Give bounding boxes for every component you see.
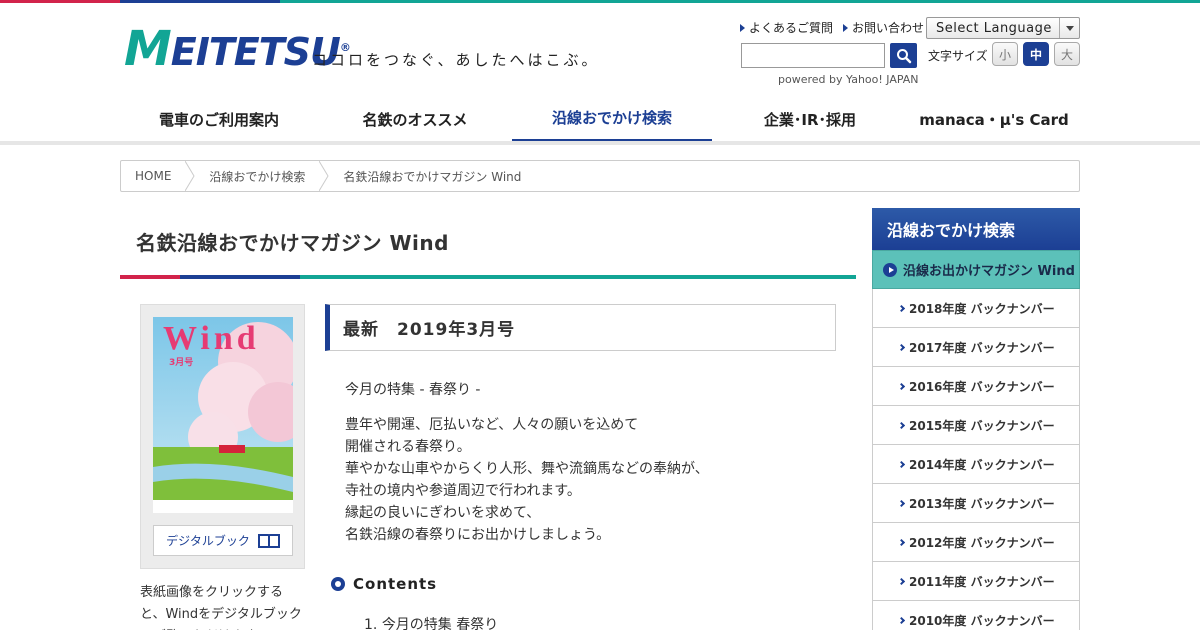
contents-list: 1. 今月の特集 春祭り	[364, 614, 498, 630]
chevron-down-icon	[1059, 18, 1079, 38]
language-select[interactable]: Select Language	[926, 17, 1080, 39]
issue-description: 豊年や開運、厄払いなど、人々の願いを込めて 開催される春祭り。 華やかな山車やか…	[345, 417, 709, 543]
sidebar-heading[interactable]: 沿線おでかけ検索	[872, 208, 1080, 250]
page-title: 名鉄沿線おでかけマガジン Wind	[136, 231, 449, 255]
sidebar-item-2011[interactable]: 2011年度 バックナンバー	[872, 562, 1080, 601]
triangle-right-icon	[843, 23, 849, 32]
magazine-cover-box: Wind 3月号 デジタルブック	[140, 304, 305, 569]
chevron-right-icon	[897, 460, 906, 468]
triangle-right-icon	[740, 23, 745, 32]
sidebar-item-2018[interactable]: 2018年度 バックナンバー	[872, 289, 1080, 328]
chevron-right-icon	[897, 538, 906, 546]
logo-text: MEITETSU	[124, 20, 341, 77]
cover-caption: 表紙画像をクリックすると、Windをデジタルブックでご覧いただけます。	[140, 585, 302, 630]
global-nav: 電車のご利用案内 名鉄のオススメ 沿線おでかけ検索 企業･IR･採用 manac…	[120, 95, 1080, 143]
font-size-medium-button[interactable]: 中	[1023, 42, 1049, 66]
feature-title: 今月の特集 - 春祭り -	[345, 382, 481, 398]
breadcrumb-separator	[319, 161, 330, 191]
nav-item-recommend[interactable]: 名鉄のオススメ	[318, 95, 512, 143]
title-underline	[120, 275, 856, 279]
search-powered-by: powered by Yahoo! JAPAN	[778, 73, 919, 86]
breadcrumb: HOME 沿線おでかけ検索 名鉄沿線おでかけマガジン Wind	[120, 160, 1080, 192]
sidebar-item-2016[interactable]: 2016年度 バックナンバー	[872, 367, 1080, 406]
breadcrumb-outing-search[interactable]: 沿線おでかけ検索	[195, 161, 319, 191]
sidebar-item-2015[interactable]: 2015年度 バックナンバー	[872, 406, 1080, 445]
nav-item-train-guide[interactable]: 電車のご利用案内	[120, 95, 318, 143]
faq-link[interactable]: よくあるご質問	[740, 19, 833, 36]
font-size-small-button[interactable]: 小	[992, 42, 1018, 66]
font-size-large-button[interactable]: 大	[1054, 42, 1080, 66]
sidebar-item-2013[interactable]: 2013年度 バックナンバー	[872, 484, 1080, 523]
contact-link[interactable]: お問い合わせ	[843, 19, 924, 36]
font-size-label: 文字サイズ	[928, 49, 988, 63]
contents-heading: Contents	[331, 575, 437, 593]
radio-bullet-icon	[331, 577, 345, 591]
tagline: ココロをつなぐ、あしたへはこぶ。	[312, 51, 600, 69]
cover-brand-wind: Wind	[163, 320, 260, 357]
book-icon	[257, 533, 280, 548]
breadcrumb-current: 名鉄沿線おでかけマガジン Wind	[343, 169, 522, 184]
contents-item[interactable]: 今月の特集 春祭り	[382, 617, 498, 630]
sidebar-item-2012[interactable]: 2012年度 バックナンバー	[872, 523, 1080, 562]
sidebar: 沿線おでかけ検索 沿線お出かけマガジン Wind 2018年度 バックナンバー …	[872, 208, 1080, 630]
top-color-stripe	[0, 0, 1200, 3]
utility-links: よくあるご質問 お問い合わせ	[740, 19, 924, 36]
chevron-right-icon	[897, 499, 906, 507]
nav-divider	[0, 141, 1200, 145]
sidebar-item-2014[interactable]: 2014年度 バックナンバー	[872, 445, 1080, 484]
digital-book-button[interactable]: デジタルブック	[153, 525, 293, 556]
search-input[interactable]	[741, 43, 885, 68]
breadcrumb-home[interactable]: HOME	[121, 161, 185, 191]
chevron-right-icon	[897, 382, 906, 390]
nav-item-corporate[interactable]: 企業･IR･採用	[712, 95, 908, 143]
chevron-right-icon	[897, 616, 906, 624]
issue-heading: 最新 2019年3月号	[325, 304, 836, 351]
sidebar-item-2010[interactable]: 2010年度 バックナンバー	[872, 601, 1080, 630]
search-button[interactable]	[890, 43, 917, 68]
cover-month: 3月号	[169, 358, 194, 368]
sidebar-item-wind[interactable]: 沿線お出かけマガジン Wind	[872, 250, 1080, 289]
breadcrumb-separator	[185, 161, 195, 191]
search-icon	[896, 48, 911, 63]
chevron-right-icon	[897, 343, 906, 351]
chevron-right-icon	[897, 304, 906, 312]
chevron-right-icon	[897, 577, 906, 585]
nav-item-outing-search[interactable]: 沿線おでかけ検索	[512, 95, 712, 143]
nav-item-manaca[interactable]: manaca・μ's Card	[908, 95, 1080, 143]
arrow-circle-icon	[883, 262, 897, 277]
sidebar-item-2017[interactable]: 2017年度 バックナンバー	[872, 328, 1080, 367]
chevron-right-icon	[897, 421, 906, 429]
